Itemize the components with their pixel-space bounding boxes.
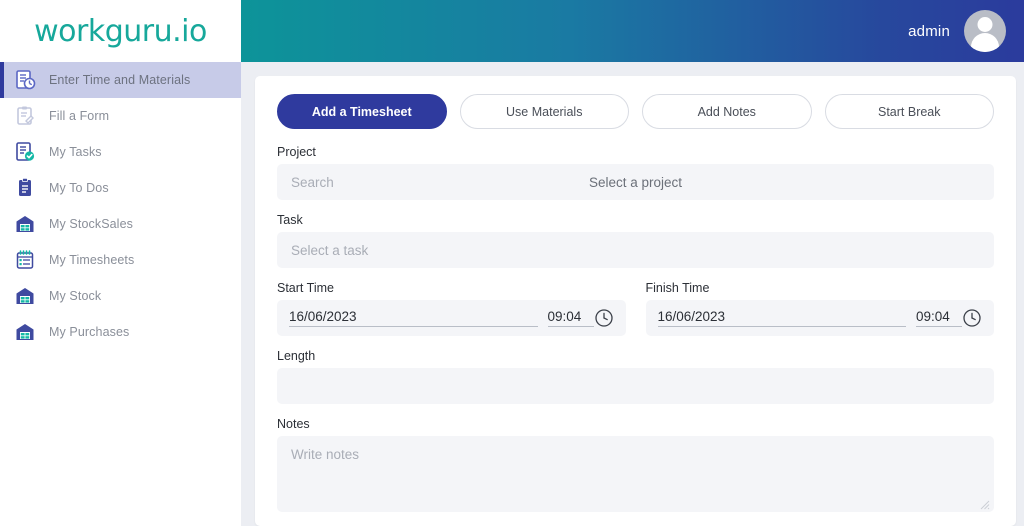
project-field-group: Project Search Select a project [277, 145, 994, 200]
finish-time-field-group: Finish Time 16/06/2023 09:04 [646, 281, 995, 336]
sidebar-item-label: My Tasks [49, 145, 102, 159]
project-label: Project [277, 145, 994, 159]
tab-add-notes[interactable]: Add Notes [642, 94, 812, 129]
app-root: workguru.io admin [0, 0, 1024, 526]
app-logo: workguru.io [34, 14, 207, 49]
tab-start-break[interactable]: Start Break [825, 94, 995, 129]
main-content: Add a Timesheet Use Materials Add Notes … [241, 62, 1024, 526]
sidebar: Enter Time and Materials Fill a Form [0, 62, 241, 526]
length-label: Length [277, 349, 994, 363]
tab-add-a-timesheet[interactable]: Add a Timesheet [277, 94, 447, 129]
project-selected-value: Select a project [589, 175, 682, 190]
finish-time-input[interactable]: 09:04 [916, 309, 962, 327]
notes-field-group: Notes Write notes [277, 417, 994, 512]
project-search-placeholder: Search [291, 175, 334, 190]
start-time-label: Start Time [277, 281, 626, 295]
resize-handle-icon[interactable] [978, 497, 990, 509]
finish-time-input-group[interactable]: 16/06/2023 09:04 [646, 300, 995, 336]
clipboard-icon [14, 177, 36, 199]
sidebar-item-label: My Purchases [49, 325, 129, 339]
sidebar-item-my-stocksales[interactable]: My StockSales [0, 206, 241, 242]
clipboard-pen-icon [14, 105, 36, 127]
sidebar-item-my-tasks[interactable]: My Tasks [0, 134, 241, 170]
clock-icon[interactable] [594, 308, 614, 328]
sidebar-item-label: Fill a Form [49, 109, 109, 123]
task-field-group: Task Select a task [277, 213, 994, 268]
start-time-input-group[interactable]: 16/06/2023 09:04 [277, 300, 626, 336]
username-label: admin [908, 23, 950, 40]
notes-placeholder: Write notes [291, 447, 359, 462]
avatar-head [978, 17, 993, 32]
timesheet-card: Add a Timesheet Use Materials Add Notes … [255, 76, 1016, 526]
header-bar: admin [241, 0, 1024, 62]
calendar-list-icon [14, 249, 36, 271]
project-select[interactable]: Search Select a project [277, 164, 994, 200]
action-tabs: Add a Timesheet Use Materials Add Notes … [277, 94, 994, 129]
tab-use-materials[interactable]: Use Materials [460, 94, 630, 129]
sidebar-item-my-purchases[interactable]: My Purchases [0, 314, 241, 350]
sidebar-item-label: My To Dos [49, 181, 109, 195]
sidebar-item-my-timesheets[interactable]: My Timesheets [0, 242, 241, 278]
length-input[interactable] [277, 368, 994, 404]
warehouse-icon [14, 213, 36, 235]
task-select[interactable]: Select a task [277, 232, 994, 268]
sidebar-item-my-to-dos[interactable]: My To Dos [0, 170, 241, 206]
start-date-input[interactable]: 16/06/2023 [289, 309, 538, 327]
sidebar-item-fill-a-form[interactable]: Fill a Form [0, 98, 241, 134]
sidebar-item-label: My Timesheets [49, 253, 134, 267]
notes-label: Notes [277, 417, 994, 431]
warehouse-icon [14, 321, 36, 343]
start-time-input[interactable]: 09:04 [548, 309, 594, 327]
clock-icon[interactable] [962, 308, 982, 328]
sidebar-item-label: Enter Time and Materials [49, 73, 190, 87]
task-label: Task [277, 213, 994, 227]
time-row: Start Time 16/06/2023 09:04 [277, 281, 994, 336]
document-check-icon [14, 141, 36, 163]
sidebar-item-label: My Stock [49, 289, 101, 303]
notes-textarea[interactable]: Write notes [277, 436, 994, 512]
sidebar-item-enter-time-and-materials[interactable]: Enter Time and Materials [0, 62, 241, 98]
sidebar-item-my-stock[interactable]: My Stock [0, 278, 241, 314]
start-time-field-group: Start Time 16/06/2023 09:04 [277, 281, 626, 336]
task-placeholder: Select a task [291, 243, 368, 258]
document-clock-icon [14, 69, 36, 91]
top-bar: workguru.io admin [0, 0, 1024, 62]
body-wrapper: Enter Time and Materials Fill a Form [0, 62, 1024, 526]
user-avatar-icon[interactable] [964, 10, 1006, 52]
finish-time-label: Finish Time [646, 281, 995, 295]
logo-area[interactable]: workguru.io [0, 0, 241, 62]
warehouse-icon [14, 285, 36, 307]
sidebar-item-label: My StockSales [49, 217, 133, 231]
length-field-group: Length [277, 349, 994, 404]
finish-date-input[interactable]: 16/06/2023 [658, 309, 907, 327]
avatar-body [971, 33, 999, 52]
